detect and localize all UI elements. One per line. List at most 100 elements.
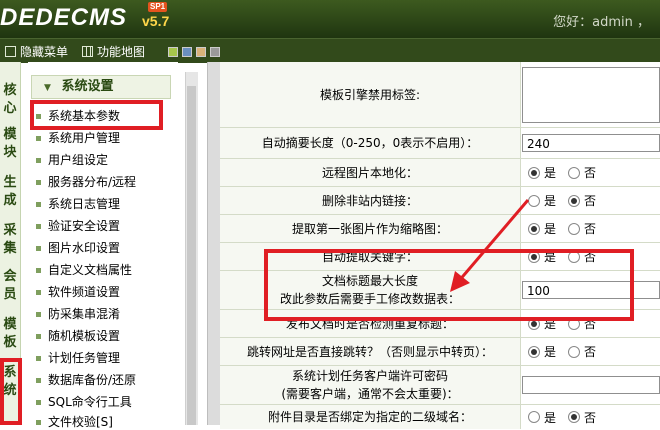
sidebar-item-db-backup[interactable]: 数据库备份/还原 xyxy=(36,372,136,388)
sidebar-item-label: 软件频道设置 xyxy=(48,285,121,299)
hide-menu-button[interactable]: 隐藏菜单 xyxy=(5,43,68,60)
bullet-icon xyxy=(36,312,41,317)
top-toolbar: 隐藏菜单 功能地图 xyxy=(0,38,660,63)
summary-length-input[interactable]: 240 xyxy=(522,134,660,152)
site-map-label: 功能地图 xyxy=(97,45,146,59)
form-label: 跳转网址是否直接跳转？（否则显示中转页）： xyxy=(220,338,521,365)
sidebar-item-user-groups[interactable]: 用户组设定 xyxy=(36,152,108,168)
sidebar-item-servers[interactable]: 服务器分布/远程 xyxy=(36,174,136,190)
sidebar-item-label: 自定义文档属性 xyxy=(48,263,133,277)
form-label: 远程图片本地化： xyxy=(220,159,521,186)
sidebar-item-sql-tool[interactable]: SQL命令行工具 xyxy=(36,394,132,410)
form-row: 跳转网址是否直接跳转？（否则显示中转页）： 是 否 xyxy=(220,338,660,366)
sidebar-item-label: 服务器分布/远程 xyxy=(48,175,137,189)
attach-domain-yes-radio[interactable] xyxy=(528,411,540,423)
bullet-icon xyxy=(36,202,41,207)
logo-sp-badge: SP1 xyxy=(148,2,168,12)
tab-member[interactable]: 会员 xyxy=(0,268,20,304)
skin-swatch-blue[interactable] xyxy=(182,47,192,57)
bullet-icon xyxy=(36,246,41,251)
bullet-icon xyxy=(36,268,41,273)
first-image-thumb-yes-radio[interactable] xyxy=(528,222,540,235)
form-row: 附件目录是否绑定为指定的二级域名： 是 否 xyxy=(220,405,660,429)
bullet-icon xyxy=(36,420,41,425)
sidebar-item-label: 用户组设定 xyxy=(48,153,109,167)
sidebar-item-file-verify[interactable]: 文件校验[S] xyxy=(36,414,113,430)
tab-template[interactable]: 模板 xyxy=(0,316,20,352)
grid-icon xyxy=(82,46,93,57)
sidebar-section-title: 系统设置 xyxy=(61,79,114,94)
sidebar-item-label: 验证安全设置 xyxy=(48,219,121,233)
sidebar-item-label: 防采集串混淆 xyxy=(48,307,121,321)
form-label: 删除非站内链接： xyxy=(220,187,521,214)
sidebar-item-label: 数据库备份/还原 xyxy=(48,373,137,387)
bullet-icon xyxy=(36,378,41,383)
form-row: 模板引擎禁用标签: xyxy=(220,62,660,128)
sidebar-item-watermark[interactable]: 图片水印设置 xyxy=(36,240,120,256)
bullet-icon xyxy=(36,400,41,405)
sidebar-item-label: 系统用户管理 xyxy=(48,131,121,145)
tab-collect[interactable]: 采集 xyxy=(0,222,20,258)
sidebar-scrollbar[interactable] xyxy=(185,72,198,425)
tab-core[interactable]: 核心 xyxy=(0,82,20,118)
dedecms-logo: DEDECMS xyxy=(0,4,128,31)
skin-swatch-green[interactable] xyxy=(168,47,178,57)
sidebar-item-custom-attrs[interactable]: 自定义文档属性 xyxy=(36,262,132,278)
direct-jump-no-radio[interactable] xyxy=(568,345,581,358)
tab-generate[interactable]: 生成 xyxy=(0,174,20,210)
app-header: DEDECMS SP1 v5.7 您好：admin ， xyxy=(0,0,660,38)
highlight-system-tab xyxy=(0,358,22,425)
bullet-icon xyxy=(36,334,41,339)
first-image-thumb-no-radio[interactable] xyxy=(568,222,581,235)
sidebar-item-label: 图片水印设置 xyxy=(48,241,121,255)
form-label: 提取第一张图片作为缩略图： xyxy=(220,215,521,242)
sidebar-item-security[interactable]: 验证安全设置 xyxy=(36,218,120,234)
highlight-basic-params xyxy=(30,100,163,130)
sidebar-section-header[interactable]: ▼ 系统设置 xyxy=(31,75,171,99)
bullet-icon xyxy=(36,356,41,361)
form-label: 系统计划任务客户端许可密码 (需要客户端，通常不会太重要)： xyxy=(220,366,521,404)
form-label: 附件目录是否绑定为指定的二级域名： xyxy=(220,405,521,429)
form-row: 删除非站内链接： 是 否 xyxy=(220,187,660,215)
sidebar-item-software-channel[interactable]: 软件频道设置 xyxy=(36,284,120,300)
skin-swatch-tan[interactable] xyxy=(196,47,206,57)
remote-image-yes-radio[interactable] xyxy=(528,166,540,179)
remove-links-yes-radio[interactable] xyxy=(528,194,540,207)
window-icon xyxy=(5,46,16,57)
sidebar-item-logs[interactable]: 系统日志管理 xyxy=(36,196,120,212)
user-greeting: 您好：admin ， xyxy=(553,15,650,30)
sidebar-item-random-template[interactable]: 随机模板设置 xyxy=(36,328,120,344)
sidebar-item-label: SQL命令行工具 xyxy=(48,395,132,409)
sidebar-item-users[interactable]: 系统用户管理 xyxy=(36,130,120,146)
direct-jump-yes-radio[interactable] xyxy=(528,345,540,358)
frame-divider[interactable] xyxy=(207,62,221,425)
disabled-tags-textarea[interactable] xyxy=(522,67,660,123)
logo-version: v5.7 xyxy=(142,13,170,29)
task-client-password-input[interactable] xyxy=(522,376,660,394)
bullet-icon xyxy=(36,158,41,163)
settings-form: 模板引擎禁用标签: 自动摘要长度（0-250，0表示不启用）： 240 远程图片… xyxy=(220,62,660,429)
site-map-button[interactable]: 功能地图 xyxy=(82,43,145,60)
remove-links-no-radio[interactable] xyxy=(568,194,581,207)
scrollbar-thumb[interactable] xyxy=(187,86,196,425)
skin-swatch-gray[interactable] xyxy=(210,47,220,57)
bullet-icon xyxy=(36,290,41,295)
form-row: 自动摘要长度（0-250，0表示不启用）： 240 xyxy=(220,128,660,159)
form-row: 系统计划任务客户端许可密码 (需要客户端，通常不会太重要)： xyxy=(220,366,660,405)
bullet-icon xyxy=(36,180,41,185)
sidebar-item-label: 文件校验[S] xyxy=(48,415,113,429)
remote-image-no-radio[interactable] xyxy=(568,166,581,179)
form-row: 远程图片本地化： 是 否 xyxy=(220,159,660,187)
sidebar-item-label: 系统日志管理 xyxy=(48,197,121,211)
tab-module[interactable]: 模块 xyxy=(0,126,20,162)
sidebar-item-label: 随机模板设置 xyxy=(48,329,121,343)
bullet-icon xyxy=(36,224,41,229)
sidebar-item-label: 计划任务管理 xyxy=(48,351,121,365)
form-label: 自动摘要长度（0-250，0表示不启用）： xyxy=(220,128,521,158)
sidebar-item-scheduled-tasks[interactable]: 计划任务管理 xyxy=(36,350,120,366)
hide-menu-label: 隐藏菜单 xyxy=(20,45,69,59)
triangle-down-icon: ▼ xyxy=(44,83,51,93)
attach-domain-no-radio[interactable] xyxy=(568,411,581,423)
bullet-icon xyxy=(36,136,41,141)
sidebar-item-anti-collect[interactable]: 防采集串混淆 xyxy=(36,306,120,322)
